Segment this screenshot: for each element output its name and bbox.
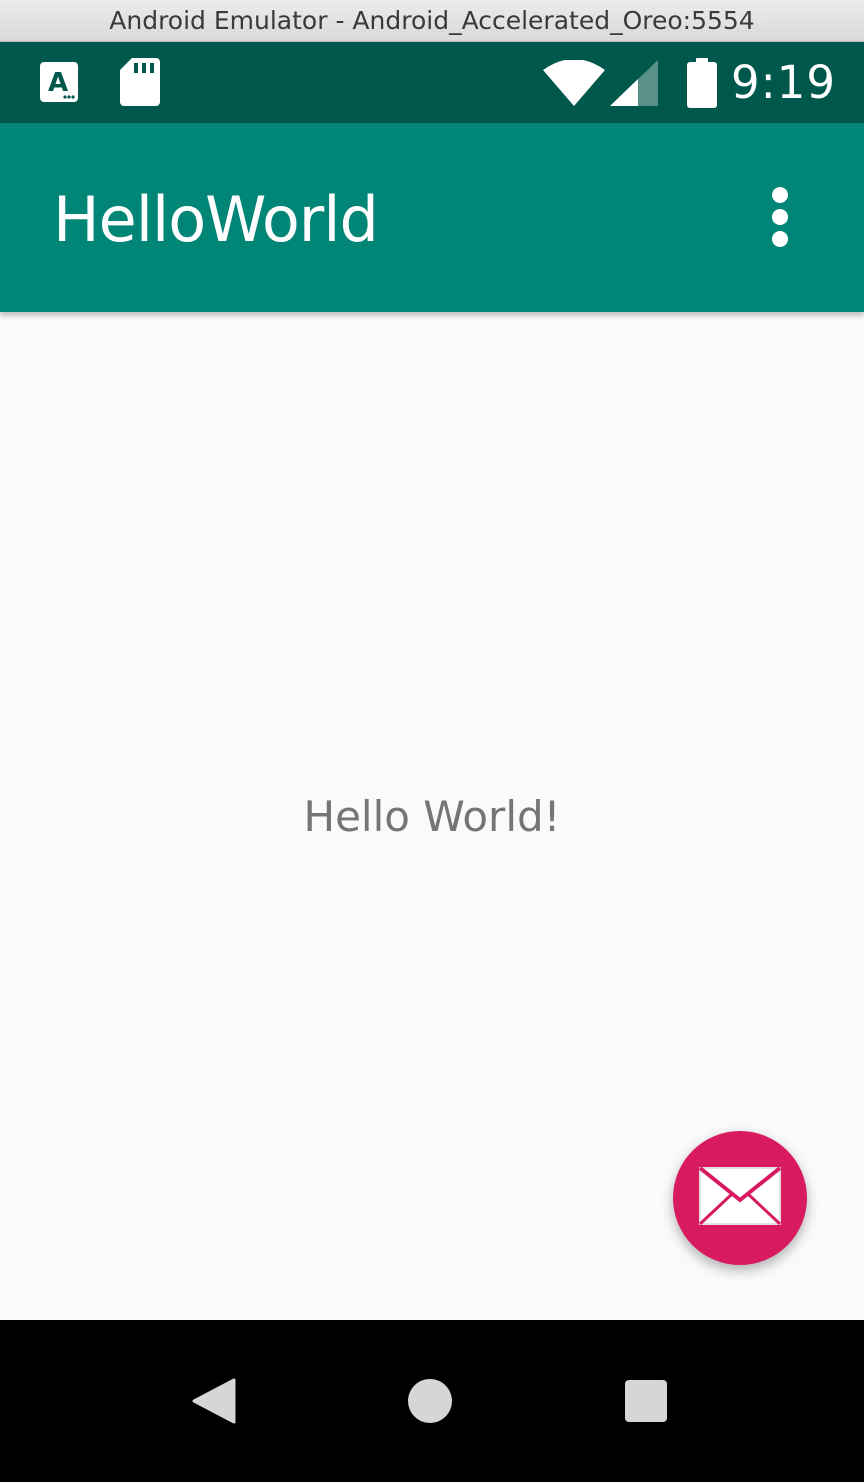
app-title: HelloWorld <box>53 183 379 256</box>
home-icon[interactable] <box>407 1378 453 1428</box>
email-icon <box>698 1166 782 1230</box>
battery-icon <box>687 58 717 112</box>
status-bar: A 9:19 <box>0 42 864 123</box>
window-title: Android Emulator - Android_Accelerated_O… <box>109 6 755 35</box>
more-vert-icon[interactable] <box>756 181 820 255</box>
status-time: 9:19 <box>730 56 836 109</box>
wifi-icon <box>543 59 605 110</box>
hello-world-text: Hello World! <box>303 792 561 841</box>
app-bar: HelloWorld <box>0 123 864 312</box>
svg-text:A: A <box>48 68 68 98</box>
back-icon[interactable] <box>192 1378 236 1428</box>
accessibility-a-icon: A <box>40 62 78 106</box>
sd-card-icon <box>120 58 160 110</box>
navigation-bar <box>0 1320 864 1482</box>
recents-icon[interactable] <box>625 1380 667 1426</box>
cell-signal-icon <box>610 60 658 110</box>
window-titlebar: Android Emulator - Android_Accelerated_O… <box>0 0 864 42</box>
email-fab-button[interactable] <box>673 1131 807 1265</box>
